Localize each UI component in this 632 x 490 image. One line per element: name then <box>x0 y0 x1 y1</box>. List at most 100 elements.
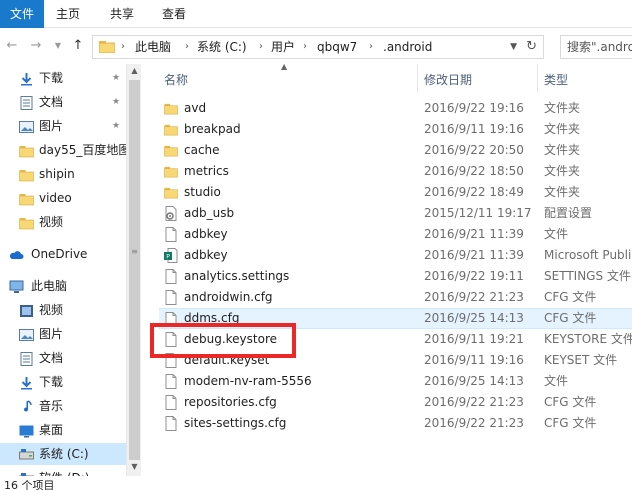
computer-icon <box>9 279 24 293</box>
column-header-name[interactable]: 名称 <box>164 71 188 88</box>
nav-item[interactable]: 视频 <box>0 211 126 233</box>
column-divider[interactable] <box>537 64 538 92</box>
scroll-down-icon[interactable]: ▼ <box>127 462 142 471</box>
nav-item[interactable]: 图片 ★ <box>0 115 126 137</box>
scroll-thumb[interactable] <box>129 80 140 460</box>
tab-home[interactable]: 主页 <box>50 0 86 28</box>
folder-icon <box>19 191 34 206</box>
file-type: CFG 文件 <box>544 395 597 409</box>
document-icon <box>19 95 34 110</box>
file-name: breakpad <box>184 122 241 136</box>
nav-item[interactable]: 视频 <box>0 299 126 321</box>
file-name: adbkey <box>184 227 228 241</box>
column-header-date[interactable]: 修改日期 <box>424 71 472 88</box>
ribbon: 文件 主页 共享 查看 <box>0 0 632 28</box>
file-date: 2016/9/21 11:39 <box>424 227 524 241</box>
download-arrow-icon <box>19 375 34 390</box>
back-button[interactable]: ← <box>2 36 22 56</box>
address-dropdown-icon[interactable]: ▼ <box>510 36 517 58</box>
file-date: 2016/9/22 18:49 <box>424 185 524 199</box>
breadcrumb-android-folder[interactable]: .android <box>383 36 432 58</box>
file-name: androidwin.cfg <box>184 290 273 304</box>
file-name: studio <box>184 185 221 199</box>
document-icon <box>19 351 34 366</box>
folder-icon <box>19 215 34 230</box>
file-icon <box>164 416 178 431</box>
breadcrumb-users[interactable]: 用户 <box>271 36 295 58</box>
nav-scrollbar[interactable]: ▲ ≡ ▼ <box>126 64 141 476</box>
nav-item[interactable]: OneDrive <box>0 243 126 265</box>
pin-icon[interactable]: ★ <box>112 115 120 137</box>
tab-file[interactable]: 文件 <box>0 0 44 28</box>
nav-item-label: day55_百度地图 <box>39 143 126 157</box>
file-date: 2016/9/11 19:21 <box>424 332 524 346</box>
file-row[interactable]: androidwin.cfg 2016/9/22 21:23 CFG 文件 <box>159 287 632 308</box>
sort-ascending-icon: ▲ <box>281 64 288 71</box>
nav-item[interactable]: day55_百度地图 <box>0 139 126 161</box>
drive-icon <box>19 447 34 461</box>
file-name: modem-nv-ram-5556 <box>184 374 312 388</box>
file-type: 文件夹 <box>544 185 581 199</box>
pin-icon[interactable]: ★ <box>112 91 120 113</box>
nav-item[interactable]: 系统 (C:) <box>0 443 126 465</box>
nav-item[interactable]: 下载 ★ <box>0 67 126 89</box>
folder-icon <box>19 143 34 158</box>
recent-locations-button[interactable]: ▼ <box>48 36 68 56</box>
address-bar[interactable]: › 此电脑 › 系统 (C:) › 用户 › qbqw7 › .android … <box>92 35 544 59</box>
file-row[interactable]: cache 2016/9/22 20:50 文件夹 <box>159 140 632 161</box>
nav-item-label: 文档 <box>39 351 64 365</box>
breadcrumb-drive-c[interactable]: 系统 (C:) <box>197 36 247 58</box>
folder-icon <box>164 122 178 137</box>
file-date: 2016/9/22 18:50 <box>424 164 524 178</box>
scroll-up-icon[interactable]: ▲ <box>127 66 142 75</box>
video-icon <box>19 303 34 317</box>
nav-item[interactable]: 图片 <box>0 323 126 345</box>
file-date: 2016/9/25 14:13 <box>424 374 524 388</box>
nav-item[interactable]: 音乐 <box>0 395 126 417</box>
breadcrumb-user-folder[interactable]: qbqw7 <box>317 36 357 58</box>
file-date: 2016/9/25 14:13 <box>424 311 524 325</box>
column-header-type[interactable]: 类型 <box>544 71 568 88</box>
nav-item[interactable]: 此电脑 <box>0 275 126 297</box>
file-date: 2016/9/22 19:11 <box>424 269 524 283</box>
tab-share[interactable]: 共享 <box>104 0 140 28</box>
column-divider[interactable] <box>417 64 418 92</box>
file-row[interactable]: breakpad 2016/9/11 19:16 文件夹 <box>159 119 632 140</box>
file-date: 2016/9/22 21:23 <box>424 395 524 409</box>
file-row[interactable]: Padbkey 2016/9/21 11:39 Microsoft Publi <box>159 245 632 266</box>
file-date: 2015/12/11 19:17 <box>424 206 532 220</box>
up-button[interactable]: ↑ <box>68 36 88 56</box>
file-date: 2016/9/21 11:39 <box>424 248 524 262</box>
file-row[interactable]: avd 2016/9/22 19:16 文件夹 <box>159 98 632 119</box>
nav-item[interactable]: video <box>0 187 126 209</box>
pin-icon[interactable]: ★ <box>112 67 120 89</box>
search-input[interactable] <box>561 36 632 58</box>
nav-item[interactable]: 文档 <box>0 347 126 369</box>
file-row[interactable]: analytics.settings 2016/9/22 19:11 SETTING… <box>159 266 632 287</box>
nav-item[interactable]: 文档 ★ <box>0 91 126 113</box>
file-row[interactable]: metrics 2016/9/22 18:50 文件夹 <box>159 161 632 182</box>
file-type: 文件夹 <box>544 122 581 136</box>
nav-item[interactable]: shipin <box>0 163 126 185</box>
nav-item[interactable]: 桌面 <box>0 419 126 441</box>
file-date: 2016/9/22 20:50 <box>424 143 524 157</box>
download-arrow-icon <box>19 71 34 86</box>
search-box[interactable] <box>560 35 632 59</box>
svg-text:P: P <box>166 254 170 261</box>
refresh-icon[interactable]: ↻ <box>526 36 537 58</box>
file-row[interactable]: modem-nv-ram-5556 2016/9/25 14:13 文件 <box>159 371 632 392</box>
nav-item[interactable]: 软件 (D:) <box>0 467 126 476</box>
file-row[interactable]: repositories.cfg 2016/9/22 21:23 CFG 文件 <box>159 392 632 413</box>
file-row[interactable]: adbkey 2016/9/21 11:39 文件 <box>159 224 632 245</box>
file-name: repositories.cfg <box>184 395 277 409</box>
publisher-file-icon: P <box>164 248 178 263</box>
nav-item-label: shipin <box>39 167 75 181</box>
tab-view[interactable]: 查看 <box>156 0 192 28</box>
nav-item[interactable]: 下载 <box>0 371 126 393</box>
file-row[interactable]: studio 2016/9/22 18:49 文件夹 <box>159 182 632 203</box>
chevron-right-icon: › <box>259 41 263 52</box>
forward-button[interactable]: → <box>26 36 46 56</box>
breadcrumb-this-pc[interactable]: 此电脑 <box>135 36 171 58</box>
file-row[interactable]: sites-settings.cfg 2016/9/22 21:23 CFG 文件 <box>159 413 632 434</box>
file-row[interactable]: adb_usb 2015/12/11 19:17 配置设置 <box>159 203 632 224</box>
